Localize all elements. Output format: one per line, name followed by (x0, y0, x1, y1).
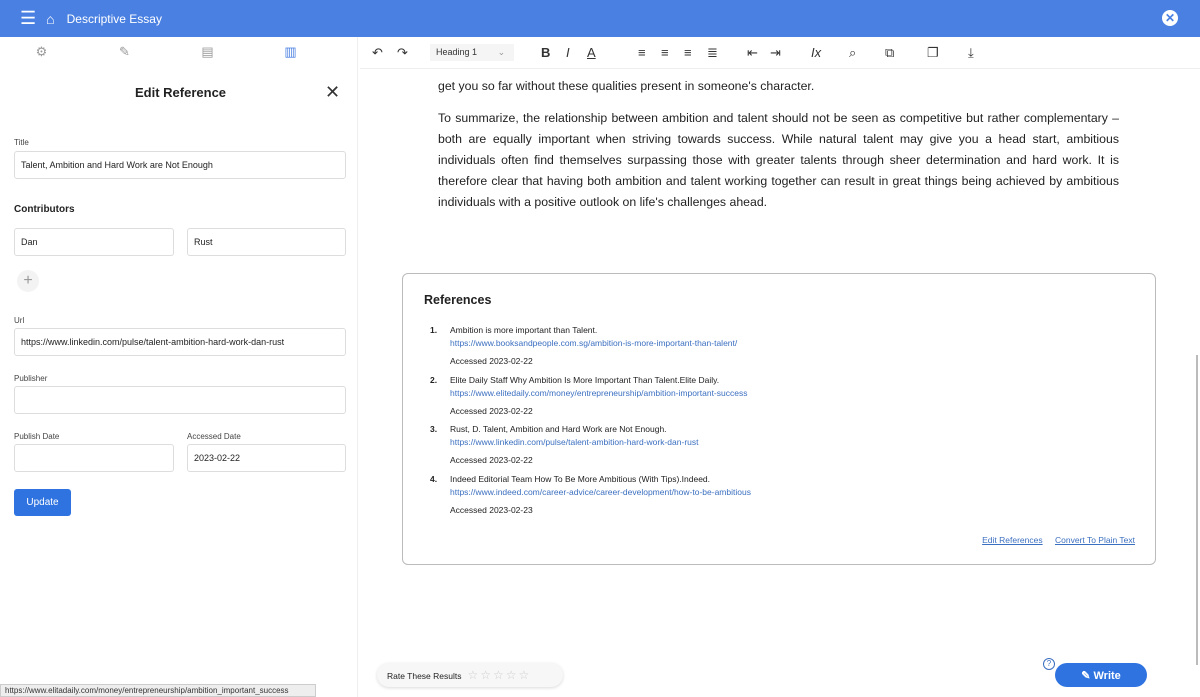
publish-date-label: Publish Date (14, 432, 60, 441)
document-title: Descriptive Essay (66, 11, 162, 26)
ref-number: 4. (430, 473, 438, 484)
publisher-label: Publisher (14, 374, 48, 383)
pencil-tab-icon[interactable]: ✎ (83, 44, 166, 60)
ref-url-link[interactable]: https://www.indeed.com/career-advice/car… (450, 487, 751, 497)
rating-label: Rate These Results (387, 671, 462, 681)
edit-references-link[interactable]: Edit References (982, 535, 1042, 545)
convert-plain-text-link[interactable]: Convert To Plain Text (1055, 535, 1135, 545)
document-settings-tab-icon[interactable]: ⚙ (0, 44, 83, 60)
title-label: Title (14, 138, 29, 147)
rating-widget: Rate These Results ☆☆☆☆☆ (377, 663, 563, 687)
panel-title: Edit Reference (135, 85, 227, 100)
home-icon[interactable]: ⌂ (46, 11, 54, 27)
references-tab-icon[interactable]: ▥ (249, 44, 332, 60)
reference-item: 2. Elite Daily Staff Why Ambition Is More… (430, 375, 751, 425)
comments-tab-icon[interactable]: ▤ (166, 44, 249, 60)
download-icon[interactable]: ⤓ (968, 45, 974, 61)
font-color-icon[interactable]: A (587, 45, 596, 60)
align-left-icon[interactable]: ≡ (638, 45, 646, 60)
references-list: 1. Ambition is more important than Talent… (430, 325, 751, 523)
ref-url-link[interactable]: https://www.booksandpeople.com.sg/ambiti… (450, 338, 751, 348)
ref-accessed: Accessed 2023-02-22 (450, 405, 533, 416)
scrollbar[interactable] (1196, 355, 1198, 665)
references-title: References (424, 293, 492, 307)
write-label: Write (1093, 669, 1121, 682)
doc-partial-line: get you so far without these qualities p… (438, 79, 815, 93)
ref-text: Ambition is more important than Talent. (450, 325, 598, 335)
menu-icon[interactable]: ☰ (20, 8, 36, 29)
contributor-last-name[interactable]: Rust (187, 228, 346, 256)
references-box: References 1. Ambition is more important … (402, 273, 1156, 565)
close-panel-icon[interactable]: ✕ (325, 82, 340, 103)
editor-toolbar: ↶ ↷ Heading 1 ⌄ B I A ≡ ≡ ≡ ≣ ⇤ ⇥ Ix ⌕ ⧉… (360, 37, 1200, 69)
contributor-first-name[interactable]: Dan (14, 228, 174, 256)
bold-icon[interactable]: B (541, 45, 550, 60)
ref-accessed: Accessed 2023-02-23 (450, 504, 533, 515)
reference-item: 4. Indeed Editorial Team How To Be More A… (430, 474, 751, 524)
ref-accessed: Accessed 2023-02-22 (450, 455, 533, 465)
ref-number: 1. (430, 325, 438, 335)
heading-select-value: Heading 1 (436, 47, 478, 57)
update-button[interactable]: Update (14, 489, 71, 516)
italic-icon[interactable]: I (566, 45, 570, 60)
add-contributor-button[interactable]: + (17, 270, 39, 292)
ref-text: Rust, D. Talent, Ambition and Hard Work … (450, 424, 667, 434)
outdent-icon[interactable]: ⇤ (747, 45, 758, 61)
chevron-down-icon: ⌄ (497, 47, 506, 57)
copy-icon[interactable]: ❐ (927, 45, 939, 61)
undo-icon[interactable]: ↶ (372, 45, 383, 61)
ref-url-link[interactable]: https://www.linkedin.com/pulse/talent-am… (450, 437, 751, 447)
reference-item: 3. Rust, D. Talent, Ambition and Hard Wor… (430, 424, 751, 474)
help-icon[interactable]: ? (1043, 658, 1055, 670)
indent-icon[interactable]: ⇥ (770, 45, 781, 61)
heading-select[interactable]: Heading 1 ⌄ (430, 44, 514, 61)
url-field[interactable]: https://www.linkedin.com/pulse/talent-am… (14, 328, 346, 356)
ref-number: 2. (430, 374, 438, 385)
contributors-heading: Contributors (14, 204, 75, 215)
align-right-icon[interactable]: ≡ (684, 45, 692, 60)
publish-date-field[interactable] (14, 444, 174, 472)
ref-text: Elite Daily Staff Why Ambition Is More I… (450, 374, 720, 385)
rating-stars[interactable]: ☆☆☆☆☆ (468, 668, 532, 682)
publisher-field[interactable] (14, 386, 346, 414)
doc-paragraph: To summarize, the relationship between a… (438, 111, 1119, 209)
close-icon[interactable]: ✕ (1162, 10, 1178, 26)
align-center-icon[interactable]: ≡ (661, 45, 669, 60)
justify-icon[interactable]: ≣ (707, 45, 718, 61)
ref-number: 3. (430, 424, 438, 434)
search-icon[interactable]: ⌕ (849, 45, 856, 61)
write-button[interactable]: ✎ Write (1055, 663, 1147, 687)
edit-reference-panel: ⚙ ✎ ▤ ▥ Edit Reference ✕ Title Talent, A… (0, 37, 358, 697)
title-field[interactable]: Talent, Ambition and Hard Work are Not E… (14, 151, 346, 179)
status-bar-url: https://www.elitadaily.com/money/entrepr… (0, 684, 316, 697)
url-label: Url (14, 316, 25, 325)
ref-accessed: Accessed 2023-02-22 (450, 356, 533, 366)
redo-icon[interactable]: ↷ (397, 45, 408, 61)
pen-icon: ✎ (1081, 669, 1094, 682)
reference-item: 1. Ambition is more important than Talent… (430, 325, 751, 375)
accessed-date-label: Accessed Date (187, 432, 241, 441)
compare-icon[interactable]: ⧉ (885, 45, 894, 61)
accessed-date-field[interactable]: 2023-02-22 (187, 444, 346, 472)
ref-url-link[interactable]: https://www.elitedaily.com/money/entrepr… (450, 388, 751, 398)
clear-formatting-icon[interactable]: Ix (811, 45, 821, 60)
ref-text: Indeed Editorial Team How To Be More Amb… (450, 473, 711, 484)
app-header: ☰ ⌂ Descriptive Essay ✕ (0, 0, 1200, 37)
